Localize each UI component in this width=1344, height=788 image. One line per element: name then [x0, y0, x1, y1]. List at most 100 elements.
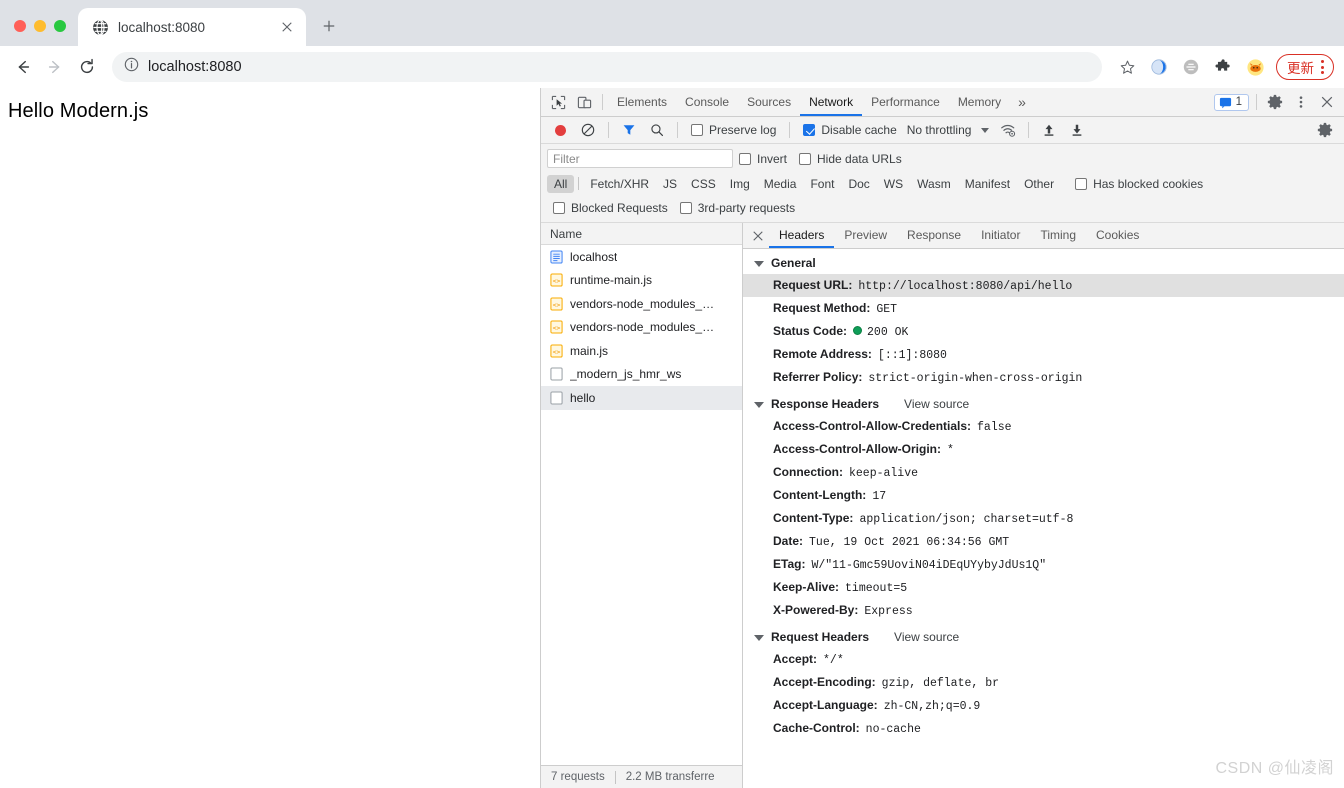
request-row-runtime-main-js[interactable]: <> runtime-main.js [541, 269, 742, 293]
header-row: Accept-Encoding: gzip, deflate, br [743, 671, 1344, 694]
import-har-icon[interactable] [1036, 118, 1062, 142]
minimize-window-button[interactable] [34, 20, 46, 32]
device-toolbar-icon[interactable] [571, 90, 597, 114]
request-row-localhost[interactable]: localhost [541, 245, 742, 269]
view-source-link[interactable]: View source [894, 630, 959, 644]
svg-text:<>: <> [553, 301, 561, 309]
gear-icon[interactable] [1262, 90, 1288, 114]
network-body: Name localhost <> runtime-main.js <> ven… [541, 223, 1344, 788]
header-name: Content-Length: [773, 487, 867, 502]
reload-button[interactable] [72, 52, 102, 82]
detail-tab-cookies[interactable]: Cookies [1086, 223, 1149, 248]
header-name: ETag: [773, 556, 806, 571]
has-blocked-cookies-label: Has blocked cookies [1093, 176, 1204, 191]
devtools-tab-elements[interactable]: Elements [608, 88, 676, 116]
network-settings-gear-icon[interactable] [1312, 118, 1338, 142]
section-general[interactable]: General [743, 252, 1344, 274]
detail-tab-response[interactable]: Response [897, 223, 971, 248]
detail-tab-timing[interactable]: Timing [1030, 223, 1086, 248]
puzzle-piece-icon[interactable] [1208, 52, 1238, 82]
devtools-tab-sources[interactable]: Sources [738, 88, 800, 116]
filter-funnel-icon[interactable] [616, 118, 642, 142]
update-button[interactable]: 更新 [1276, 54, 1334, 80]
view-source-link[interactable]: View source [904, 397, 969, 411]
browser-menu-icon[interactable] [1316, 60, 1329, 74]
detail-tabbar: Headers Preview Response Initiator Timin… [743, 223, 1344, 249]
clear-button[interactable] [575, 118, 601, 142]
filter-input[interactable] [547, 149, 733, 168]
type-filter-manifest[interactable]: Manifest [958, 175, 1017, 193]
inspect-element-icon[interactable] [545, 90, 571, 114]
request-row-vendors-1[interactable]: <> vendors-node_modules_… [541, 292, 742, 316]
hide-data-urls-box[interactable] [799, 152, 812, 165]
has-blocked-cookies-box[interactable] [1075, 177, 1088, 190]
network-filter-bar: Invert Hide data URLs All Fetch/XHR JS C… [541, 144, 1344, 223]
close-window-button[interactable] [14, 20, 26, 32]
third-party-requests-checkbox[interactable]: 3rd-party requests [674, 201, 801, 215]
type-filter-css[interactable]: CSS [684, 175, 723, 193]
new-tab-button[interactable] [314, 11, 344, 41]
devtools-menu-icon[interactable] [1288, 90, 1314, 114]
request-row-hello[interactable]: hello [541, 386, 742, 410]
disable-cache-checkbox[interactable]: Disable cache [797, 123, 902, 137]
type-filter-font[interactable]: Font [803, 175, 841, 193]
type-filter-media[interactable]: Media [757, 175, 804, 193]
close-tab-icon[interactable] [278, 18, 296, 36]
devtools-tab-performance[interactable]: Performance [862, 88, 949, 116]
request-row-main-js[interactable]: <> main.js [541, 339, 742, 363]
detail-tab-initiator[interactable]: Initiator [971, 223, 1030, 248]
type-filter-js[interactable]: JS [656, 175, 684, 193]
disable-cache-box[interactable] [803, 124, 816, 136]
has-blocked-cookies-checkbox[interactable]: Has blocked cookies [1069, 177, 1209, 191]
devtools-tab-memory[interactable]: Memory [949, 88, 1010, 116]
browser-extension-gray-icon[interactable] [1176, 52, 1206, 82]
detail-close-icon[interactable] [747, 225, 769, 247]
third-party-requests-box[interactable] [679, 201, 692, 214]
devtools-tab-console[interactable]: Console [676, 88, 738, 116]
record-button[interactable] [547, 118, 573, 142]
type-filter-ws[interactable]: WS [877, 175, 910, 193]
blocked-requests-checkbox[interactable]: Blocked Requests [547, 201, 674, 215]
type-filter-fetch-xhr[interactable]: Fetch/XHR [583, 175, 656, 193]
preserve-log-box[interactable] [691, 124, 703, 136]
section-response-headers[interactable]: Response Headers View source [743, 393, 1344, 415]
request-row-vendors-2[interactable]: <> vendors-node_modules_… [541, 316, 742, 340]
search-icon[interactable] [644, 118, 670, 142]
preserve-log-checkbox[interactable]: Preserve log [685, 123, 782, 137]
invert-box[interactable] [739, 152, 751, 165]
type-filter-all[interactable]: All [547, 174, 575, 193]
bookmark-star-icon[interactable] [1112, 52, 1142, 82]
maximize-window-button[interactable] [54, 20, 66, 32]
throttling-select[interactable]: No throttling [905, 123, 994, 137]
browser-tab[interactable]: localhost:8080 [78, 8, 306, 46]
issues-badge[interactable]: 1 [1213, 93, 1249, 111]
address-bar[interactable]: localhost:8080 [112, 52, 1102, 82]
user-profile-avatar-icon[interactable] [1240, 52, 1270, 82]
detail-tab-preview[interactable]: Preview [834, 223, 897, 248]
devtools-tab-network[interactable]: Network [800, 88, 863, 116]
section-request-headers[interactable]: Request Headers View source [743, 626, 1344, 648]
blocked-requests-box[interactable] [553, 201, 565, 214]
request-row-modern-js-hmr-ws[interactable]: _modern_js_hmr_ws [541, 363, 742, 387]
type-filter-doc[interactable]: Doc [841, 175, 876, 193]
browser-chrome: localhost:8080 localhost:8080 更新 [0, 0, 1344, 88]
hide-data-urls-checkbox[interactable]: Hide data URLs [793, 152, 908, 166]
invert-checkbox[interactable]: Invert [733, 152, 793, 166]
request-list-column-header[interactable]: Name [541, 223, 742, 245]
type-filter-wasm[interactable]: Wasm [910, 175, 958, 193]
type-filter-other[interactable]: Other [1017, 175, 1061, 193]
more-tabs-icon[interactable]: » [1010, 94, 1034, 110]
detail-tab-headers[interactable]: Headers [769, 223, 835, 248]
browser-extension-blue-icon[interactable] [1144, 52, 1174, 82]
devtools-close-icon[interactable] [1314, 90, 1340, 114]
type-filter-img[interactable]: Img [723, 175, 757, 193]
url-text: localhost:8080 [148, 59, 242, 75]
export-har-icon[interactable] [1064, 118, 1090, 142]
forward-button[interactable] [40, 52, 70, 82]
header-row: X-Powered-By: Express [743, 599, 1344, 622]
site-info-icon[interactable] [124, 57, 139, 77]
watermark: CSDN @仙凌阁 [1215, 760, 1334, 777]
back-button[interactable] [8, 52, 38, 82]
network-conditions-icon[interactable] [995, 118, 1021, 142]
header-name: Date: [773, 533, 804, 548]
